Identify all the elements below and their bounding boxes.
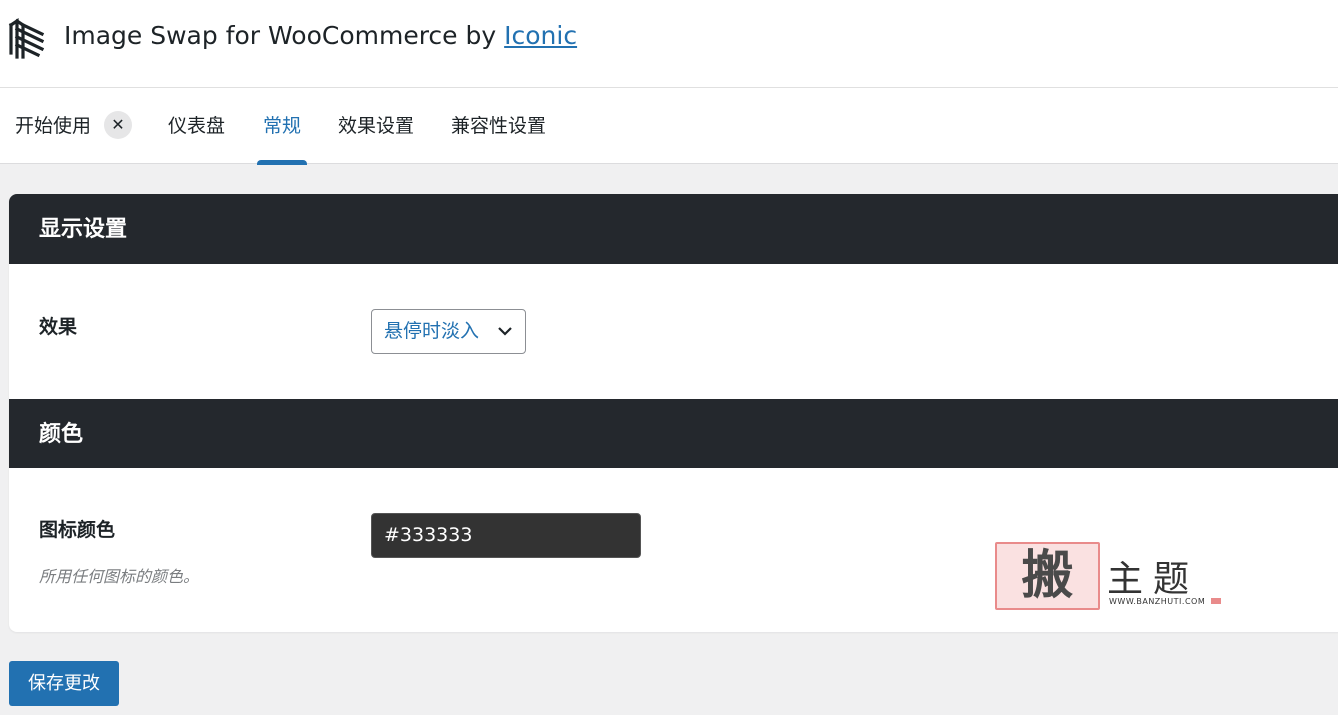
tab-dashboard[interactable]: 仪表盘 bbox=[168, 88, 225, 164]
close-icon: ✕ bbox=[111, 115, 125, 134]
watermark-stamp: 搬 bbox=[995, 542, 1100, 610]
save-changes-button[interactable]: 保存更改 bbox=[9, 661, 119, 706]
page-title-text: Image Swap for WooCommerce by bbox=[64, 21, 505, 50]
tab-compatibility-settings[interactable]: 兼容性设置 bbox=[451, 88, 546, 164]
tab-effects-settings[interactable]: 效果设置 bbox=[338, 88, 414, 164]
icon-color-description: 所用任何图标的颜色。 bbox=[39, 567, 200, 586]
icon-color-input[interactable]: #333333 bbox=[371, 513, 641, 558]
watermark-dot bbox=[1211, 598, 1221, 604]
close-tab-button[interactable]: ✕ bbox=[104, 111, 132, 139]
effect-select[interactable]: 悬停时淡入 bbox=[371, 309, 526, 354]
icon-color-label: 图标颜色 bbox=[39, 519, 116, 541]
watermark-url: WWW.BANZHUTI.COM bbox=[1109, 597, 1206, 606]
tab-general[interactable]: 常规 bbox=[256, 88, 308, 165]
iconic-link[interactable]: Iconic bbox=[504, 21, 577, 50]
top-header: Image Swap for WooCommerce by Iconic bbox=[0, 0, 1338, 88]
page-title: Image Swap for WooCommerce by Iconic bbox=[64, 20, 577, 52]
watermark-text: 主题 bbox=[1107, 559, 1200, 600]
tab-bar: 开始使用 仪表盘 常规 效果设置 兼容性设置 bbox=[0, 88, 1338, 165]
effect-select-value: 悬停时淡入 bbox=[384, 320, 480, 342]
section-header-color: 颜色 bbox=[9, 399, 1338, 468]
section-header-display: 显示设置 bbox=[9, 194, 1338, 264]
effect-label: 效果 bbox=[39, 316, 78, 338]
tab-getting-started[interactable]: 开始使用 bbox=[15, 88, 91, 164]
watermark-logo: 搬 主题 WWW.BANZHUTI.COM bbox=[995, 542, 1225, 610]
iconic-logo-icon bbox=[8, 18, 45, 59]
chevron-down-icon bbox=[498, 327, 512, 336]
